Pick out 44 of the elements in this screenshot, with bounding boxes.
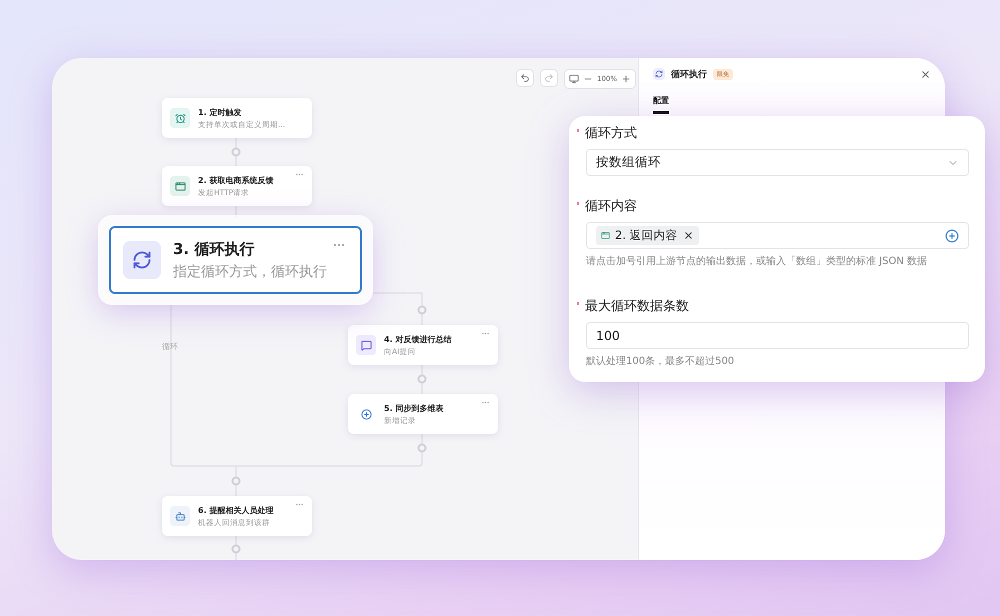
add-node-handle[interactable] bbox=[232, 544, 240, 554]
monitor-icon[interactable] bbox=[569, 74, 579, 84]
close-icon bbox=[682, 230, 694, 241]
node-subtitle: 指定循环方式，循环执行 bbox=[173, 262, 327, 280]
node-title: 4. 对反馈进行总结 bbox=[384, 334, 452, 344]
field-label: 最大循环数据条数 bbox=[585, 298, 689, 315]
add-node-handle[interactable] bbox=[232, 476, 240, 486]
add-node-handle[interactable] bbox=[418, 374, 426, 384]
undo-icon bbox=[520, 73, 530, 83]
plus-circle-icon bbox=[945, 228, 959, 242]
field-hint: 请点击加号引用上游节点的输出数据，或输入「数组」类型的标准 JSON 数据 bbox=[586, 254, 928, 268]
window-icon bbox=[170, 176, 190, 196]
tag-label: 2. 返回内容 bbox=[615, 228, 678, 243]
node-title: 3. 循环执行 bbox=[173, 240, 254, 258]
alarm-clock-icon bbox=[170, 108, 190, 128]
zoom-in-icon[interactable] bbox=[621, 74, 632, 84]
node-title: 2. 获取电商系统反馈 bbox=[198, 174, 274, 186]
tag-field[interactable]: 2. 返回内容 bbox=[586, 222, 969, 249]
field-hint: 默认处理100条，最多不超过500 bbox=[586, 354, 736, 368]
field-label: 循环内容 bbox=[585, 198, 637, 215]
node-title: 5. 同步到多维表 bbox=[384, 402, 444, 414]
chat-icon bbox=[356, 335, 376, 355]
close-icon bbox=[920, 68, 931, 80]
input-field[interactable]: 100 bbox=[586, 322, 969, 349]
field-label: 循环方式 bbox=[585, 125, 637, 142]
add-button[interactable] bbox=[945, 228, 959, 242]
redo-button[interactable] bbox=[540, 69, 558, 87]
refresh-icon bbox=[123, 241, 161, 279]
add-node-handle[interactable] bbox=[418, 444, 426, 452]
node-title: 1. 定时触发 bbox=[198, 106, 242, 118]
redo-icon bbox=[544, 73, 554, 83]
select-field[interactable]: 按数组循环 bbox=[586, 149, 969, 176]
add-node-handle[interactable] bbox=[232, 148, 240, 156]
refresh-icon bbox=[653, 68, 665, 80]
window-icon bbox=[601, 231, 610, 240]
panel-title: 循环执行 bbox=[671, 68, 707, 80]
add-node-handle[interactable] bbox=[418, 306, 426, 314]
undo-button[interactable] bbox=[516, 69, 534, 87]
node-title: 6. 提醒相关人员处理 bbox=[198, 504, 274, 516]
workflow-node[interactable]: 3. 循环执行 指定循环方式，循环执行 bbox=[109, 226, 362, 294]
close-button[interactable] bbox=[920, 68, 931, 80]
loop-label: 循环 bbox=[162, 341, 178, 352]
remove-tag-button[interactable] bbox=[682, 230, 694, 241]
robot-icon bbox=[170, 506, 190, 526]
